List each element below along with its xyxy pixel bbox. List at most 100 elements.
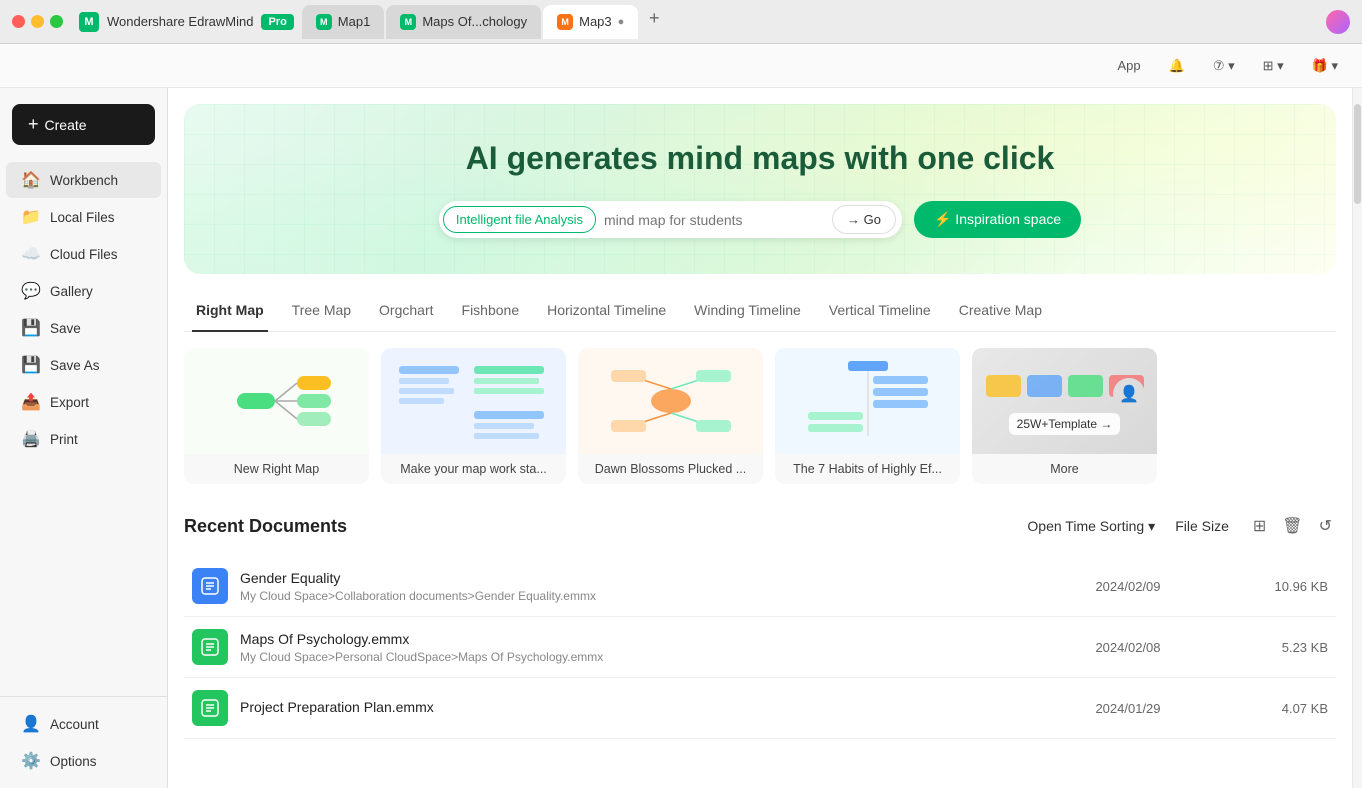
sort-button[interactable]: Open Time Sorting ▾ [1027,518,1155,535]
tab-winding-timeline[interactable]: Winding Timeline [690,290,805,332]
template-vertical-diagram [788,356,948,446]
map-file-icon [200,698,220,718]
map-card-template-3[interactable]: The 7 Habits of Highly Ef... [775,348,960,484]
help-button[interactable]: ⑦ ▾ [1205,54,1243,78]
delete-icon[interactable]: 🗑 [1278,512,1306,540]
titlebar: M Wondershare EdrawMind Pro M Map1 M Map… [0,0,1362,44]
sidebar-item-cloud-files[interactable]: ☁️ Cloud Files [6,236,161,272]
map-section: Right Map Tree Map Orgchart Fishbone Hor… [168,290,1352,500]
doc-path: My Cloud Space>Collaboration documents>G… [240,589,1048,603]
tab-icon: M [400,14,416,30]
save-label: Save [50,321,81,336]
local-files-icon: 📁 [22,208,40,226]
plus-icon: + [28,114,39,135]
main-content: AI generates mind maps with one click In… [168,88,1352,788]
map-file-icon [200,637,220,657]
hero-input-container: Intelligent file Analysis → Go [439,201,902,238]
map-card-new-right[interactable]: New Right Map [184,348,369,484]
sidebar-item-export[interactable]: 📤 Export [6,384,161,420]
doc-info: Project Preparation Plan.emmx [240,699,1048,718]
hero-grid-decoration [184,104,1336,274]
doc-path: My Cloud Space>Personal CloudSpace>Maps … [240,650,1048,664]
app-layout: + Create 🏠 Workbench 📁 Local Files ☁️ Cl… [0,88,1362,788]
template-count-badge: 25W+Template → [1009,413,1121,435]
sidebar-item-account[interactable]: 👤 Account [6,706,161,742]
doc-size: 4.07 KB [1208,701,1328,716]
doc-size: 5.23 KB [1208,640,1328,655]
app-icon: M [79,12,99,32]
tab-map3[interactable]: M Map3 ● [543,5,638,39]
gallery-label: Gallery [50,284,93,299]
inspiration-button[interactable]: ⚡ Inspiration space [914,201,1081,238]
grid-button[interactable]: ⊞ ▾ [1255,54,1292,78]
tab-tree-map[interactable]: Tree Map [288,290,355,332]
account-label: Account [50,717,99,732]
map-card-label: The 7 Habits of Highly Ef... [775,454,960,484]
intelligent-badge[interactable]: Intelligent file Analysis [443,206,596,233]
close-button[interactable] [12,15,25,28]
view-icons: ⊞ 🗑 ↺ [1249,512,1336,540]
hero-title: AI generates mind maps with one click [224,140,1296,177]
map-card-more[interactable]: 25W+Template → 👤 More [972,348,1157,484]
map-card-label: New Right Map [184,454,369,484]
map-card-label: Make your map work sta... [381,454,566,484]
sidebar-item-options[interactable]: ⚙️ Options [6,743,161,779]
sidebar-item-gallery[interactable]: 💬 Gallery [6,273,161,309]
doc-icon [192,568,228,604]
map-file-icon [200,576,220,596]
scrollbar-track[interactable] [1352,88,1362,788]
minimize-button[interactable] [31,15,44,28]
map-card-template-2[interactable]: Dawn Blossoms Plucked ... [578,348,763,484]
tab-maps-psychology[interactable]: M Maps Of...chology [386,5,541,39]
avatar[interactable] [1326,10,1350,34]
pro-badge: Pro [261,14,293,30]
toolbar-right: App 🔔 ⑦ ▾ ⊞ ▾ 🎁 ▾ [1110,54,1346,78]
sidebar-item-print[interactable]: 🖨️ Print [6,421,161,457]
doc-name: Gender Equality [240,570,1048,586]
go-button[interactable]: → Go [832,205,896,234]
map-card-template-1[interactable]: Make your map work sta... [381,348,566,484]
bell-icon[interactable]: 🔔 [1161,54,1193,78]
sidebar-item-local-files[interactable]: 📁 Local Files [6,199,161,235]
sidebar-item-workbench[interactable]: 🏠 Workbench [6,162,161,198]
doc-item-maps-psychology[interactable]: Maps Of Psychology.emmx My Cloud Space>P… [184,617,1336,678]
tab-horizontal-timeline[interactable]: Horizontal Timeline [543,290,670,332]
map-card-label: Dawn Blossoms Plucked ... [578,454,763,484]
account-icon: 👤 [22,715,40,733]
gift-button[interactable]: 🎁 ▾ [1304,54,1346,78]
create-button[interactable]: + Create [12,104,155,145]
tab-vertical-timeline[interactable]: Vertical Timeline [825,290,935,332]
recent-title: Recent Documents [184,516,347,537]
doc-item-project-plan[interactable]: Project Preparation Plan.emmx 2024/01/29… [184,678,1336,739]
doc-date: 2024/02/09 [1048,579,1208,594]
ai-prompt-input[interactable] [604,212,824,228]
sidebar-nav: 🏠 Workbench 📁 Local Files ☁️ Cloud Files… [0,161,167,696]
right-map-diagram [207,356,347,446]
sidebar-item-save-as[interactable]: 💾 Save As [6,347,161,383]
file-size-label: File Size [1175,518,1229,534]
traffic-lights [12,15,63,28]
sort-chevron-icon: ▾ [1148,518,1155,535]
tab-creative-map[interactable]: Creative Map [955,290,1046,332]
new-tab-button[interactable]: + [640,5,668,33]
print-label: Print [50,432,78,447]
doc-icon [192,690,228,726]
tab-orgchart[interactable]: Orgchart [375,290,437,332]
tab-right-map[interactable]: Right Map [192,290,268,332]
app-button[interactable]: App [1110,54,1149,77]
tab-map1[interactable]: M Map1 [302,5,385,39]
doc-date: 2024/02/08 [1048,640,1208,655]
maximize-button[interactable] [50,15,63,28]
workbench-label: Workbench [50,173,118,188]
refresh-icon[interactable]: ↺ [1315,512,1336,540]
doc-item-gender-equality[interactable]: Gender Equality My Cloud Space>Collabora… [184,556,1336,617]
tab-fishbone[interactable]: Fishbone [458,290,524,332]
local-files-label: Local Files [50,210,115,225]
create-label: Create [45,117,87,133]
map-card-img [578,348,763,454]
doc-size: 10.96 KB [1208,579,1328,594]
doc-name: Maps Of Psychology.emmx [240,631,1048,647]
scrollbar-thumb[interactable] [1354,104,1361,204]
list-view-icon[interactable]: ⊞ [1249,512,1270,540]
sidebar-item-save[interactable]: 💾 Save [6,310,161,346]
